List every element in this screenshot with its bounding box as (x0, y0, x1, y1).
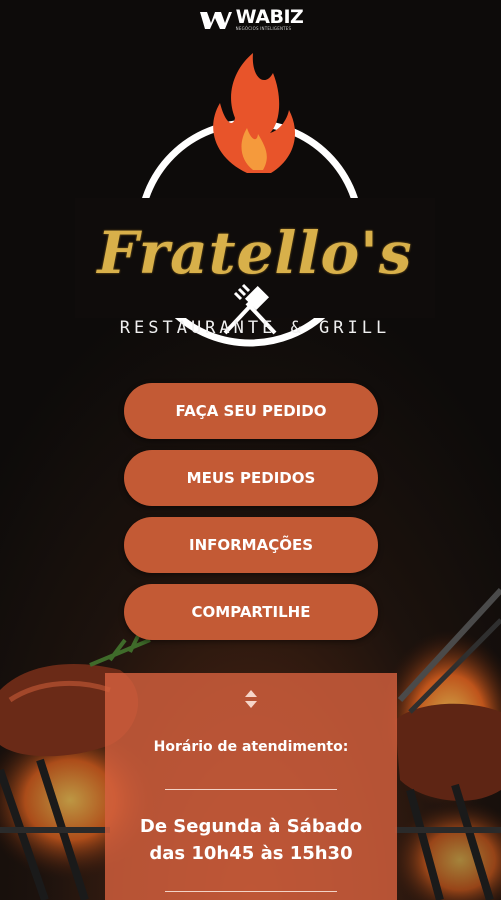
my-orders-button[interactable]: MEUS PEDIDOS (124, 450, 378, 506)
wabiz-logo: WABIZ NEGÓCIOS INTELIGENTES (0, 8, 501, 31)
restaurant-name: Fratello's (97, 219, 413, 287)
wabiz-brand: WABIZ (235, 6, 304, 28)
hours-days: De Segunda à Sábado (139, 816, 363, 837)
restaurant-logo: Fratello's RESTAURANTE & GRILL (75, 48, 435, 360)
hours-time: das 10h45 às 15h30 (149, 843, 353, 864)
flame-icon (213, 53, 295, 173)
info-button[interactable]: INFORMAÇÕES (124, 517, 378, 573)
hours-title: Horário de atendimento: (153, 739, 349, 755)
wabiz-mark-icon (199, 11, 232, 29)
logo-emblem (75, 53, 435, 347)
restaurant-subtitle: RESTAURANTE & GRILL (119, 318, 391, 338)
hours-divider-bottom (165, 891, 337, 892)
order-button[interactable]: FAÇA SEU PEDIDO (124, 383, 378, 439)
expand-toggle-icon[interactable] (242, 688, 260, 710)
hours-divider-top (165, 789, 337, 790)
opening-hours-card: Horário de atendimento: De Segunda à Sáb… (105, 673, 397, 900)
share-button[interactable]: COMPARTILHE (124, 584, 378, 640)
main-menu: FAÇA SEU PEDIDO MEUS PEDIDOS INFORMAÇÕES… (124, 383, 378, 651)
